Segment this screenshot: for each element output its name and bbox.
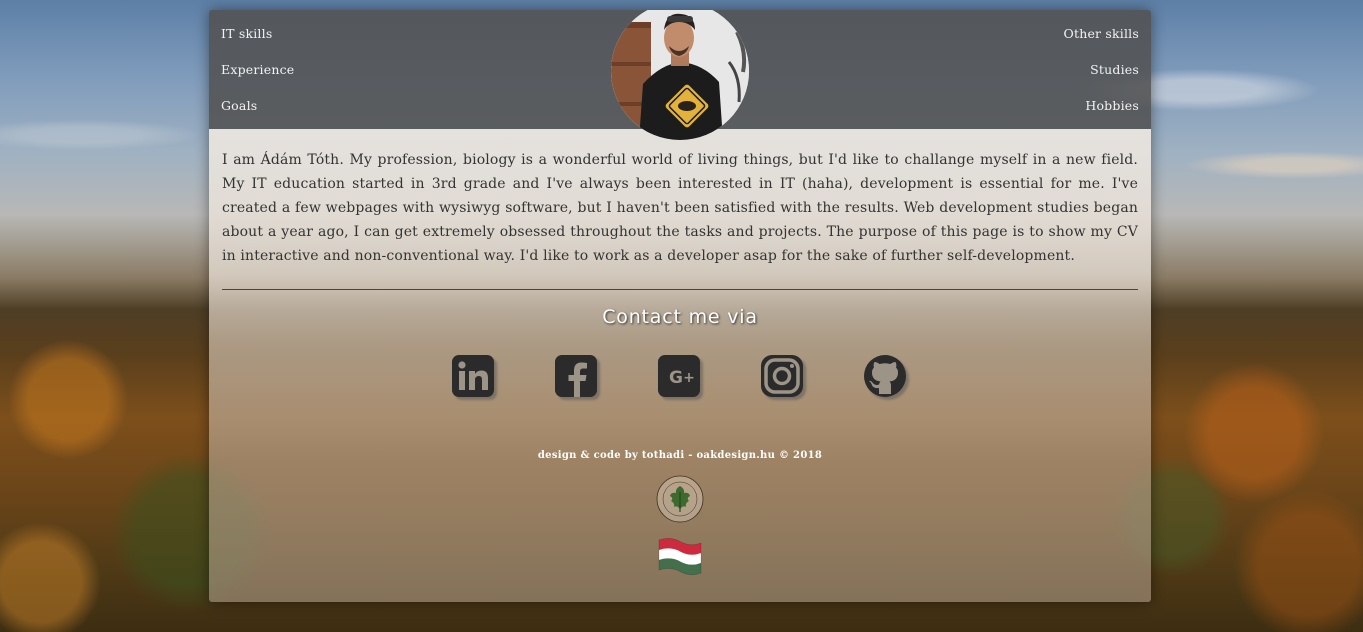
nav-goals[interactable]: Goals — [221, 98, 257, 113]
nav-experience[interactable]: Experience — [221, 62, 294, 77]
section-divider — [222, 289, 1138, 290]
instagram-icon[interactable] — [760, 354, 806, 400]
intro-paragraph: I am Ádám Tóth. My profession, biology i… — [222, 152, 1138, 264]
github-icon[interactable] — [863, 354, 909, 400]
nav-other-skills[interactable]: Other skills — [1064, 26, 1139, 41]
nav-studies[interactable]: Studies — [1090, 62, 1139, 77]
svg-text:G: G — [669, 368, 683, 388]
oak-design-logo[interactable] — [655, 474, 705, 524]
svg-text:+: + — [683, 370, 695, 386]
linkedin-icon[interactable] — [451, 354, 497, 400]
social-links: G + — [451, 354, 909, 404]
contact-title: Contact me via — [602, 306, 758, 328]
google-plus-icon[interactable]: G + — [657, 354, 703, 400]
hungarian-flag-icon[interactable] — [655, 534, 705, 584]
cv-card: IT skills Experience Goals Other skills … — [209, 10, 1151, 602]
facebook-icon[interactable] — [554, 354, 600, 400]
nav-hobbies[interactable]: Hobbies — [1085, 98, 1139, 113]
nav-it-skills[interactable]: IT skills — [221, 26, 272, 41]
footer-credit: design & code by tothadi - oakdesign.hu … — [537, 450, 823, 461]
